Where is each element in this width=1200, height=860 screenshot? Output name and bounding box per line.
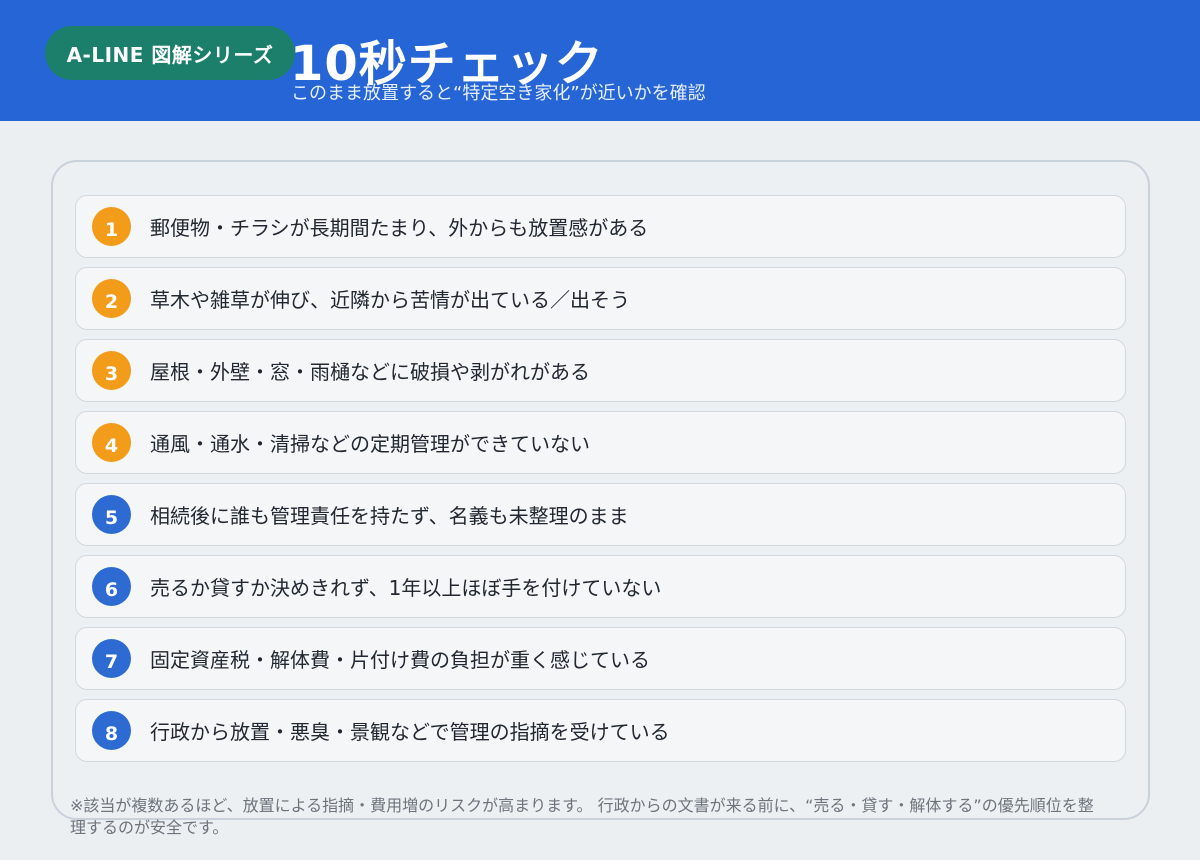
checklist-item-text: 草木や雑草が伸び、近隣から苦情が出ている／出そう [150, 288, 630, 312]
checklist-item-text: 通風・通水・清掃などの定期管理ができていない [150, 432, 590, 456]
checklist-item-6: 6 売るか貸すか決めきれず、1年以上ほぼ手を付けていない [75, 555, 1126, 618]
item-number-badge: 6 [92, 567, 131, 606]
item-number-badge: 2 [92, 279, 131, 318]
checklist-item-4: 4 通風・通水・清掃などの定期管理ができていない [75, 411, 1126, 474]
checklist-item-text: 行政から放置・悪臭・景観などで管理の指摘を受けている [150, 720, 670, 744]
checklist-item-text: 売るか貸すか決めきれず、1年以上ほぼ手を付けていない [150, 576, 662, 600]
checklist-item-text: 屋根・外壁・窓・雨樋などに破損や剥がれがある [150, 360, 590, 384]
header-bar: A-LINE 図解シリーズ 10秒チェック このまま放置すると“特定空き家化”が… [0, 0, 1200, 121]
item-number-badge: 8 [92, 711, 131, 750]
page-subtitle: このまま放置すると“特定空き家化”が近いかを確認 [291, 83, 706, 104]
checklist-item-text: 固定資産税・解体費・片付け費の負担が重く感じている [150, 648, 650, 672]
item-number-badge: 5 [92, 495, 131, 534]
checklist-item-8: 8 行政から放置・悪臭・景観などで管理の指摘を受けている [75, 699, 1126, 762]
item-number-badge: 3 [92, 351, 131, 390]
checklist-item-1: 1 郵便物・チラシが長期間たまり、外からも放置感がある [75, 195, 1126, 258]
footnote: ※該当が複数あるほど、放置による指摘・費用増のリスクが高まります。 行政からの文… [70, 796, 1094, 837]
item-number-badge: 1 [92, 207, 131, 246]
checklist-item-text: 相続後に誰も管理責任を持たず、名義も未整理のまま [150, 504, 629, 528]
item-number-badge: 4 [92, 423, 131, 462]
checklist-item-5: 5 相続後に誰も管理責任を持たず、名義も未整理のまま [75, 483, 1126, 546]
checklist-item-2: 2 草木や雑草が伸び、近隣から苦情が出ている／出そう [75, 267, 1126, 330]
series-badge: A-LINE 図解シリーズ [45, 26, 295, 80]
checklist-item-3: 3 屋根・外壁・窓・雨樋などに破損や剥がれがある [75, 339, 1126, 402]
item-number-badge: 7 [92, 639, 131, 678]
checklist-item-7: 7 固定資産税・解体費・片付け費の負担が重く感じている [75, 627, 1126, 690]
checklist-item-text: 郵便物・チラシが長期間たまり、外からも放置感がある [150, 216, 649, 240]
